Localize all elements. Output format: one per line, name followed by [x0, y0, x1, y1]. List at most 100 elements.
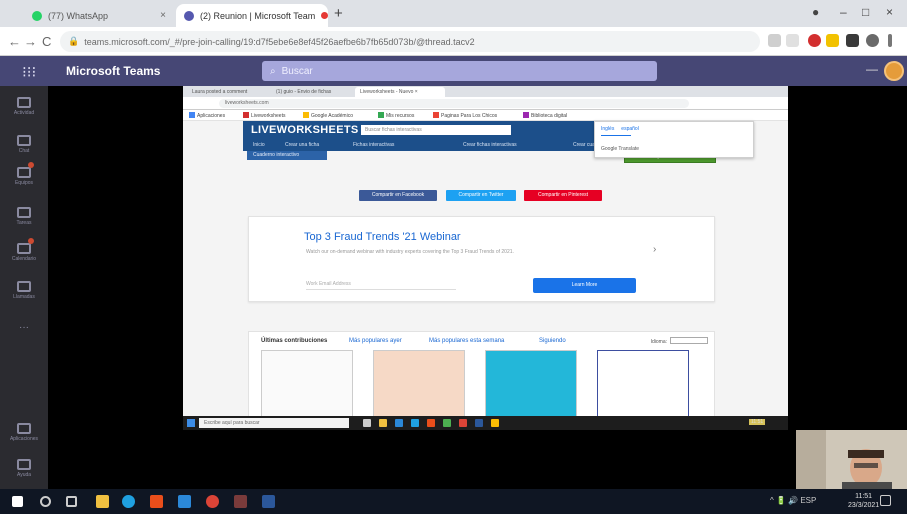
mail-icon[interactable] [178, 495, 191, 508]
rail-item-apps[interactable]: Aplicaciones [0, 414, 48, 450]
rail-item-calls[interactable]: Llamadas [0, 272, 48, 308]
shared-taskbar: Escribe aquí para buscar 11:51 [183, 416, 788, 430]
tab-teams-meeting[interactable]: (2) Reunion | Microsoft Team × [176, 4, 328, 27]
rail-item-help[interactable]: Ayuda [0, 450, 48, 486]
taskbar-clock[interactable]: 11:51 23/3/2021 [848, 492, 879, 510]
search-icon[interactable] [40, 496, 51, 507]
ad-banner: Top 3 Fraud Trends '21 Webinar Watch our… [248, 216, 715, 302]
help-icon [17, 458, 31, 470]
rail-item-activity[interactable]: Actividad [0, 88, 48, 124]
close-tab-icon[interactable]: × [160, 10, 166, 21]
teams-app-rail: Actividad Chat Equipos Tareas Calendario… [0, 86, 48, 489]
app-icon[interactable] [234, 495, 247, 508]
ad-description: Watch our on-demand webinar with industr… [306, 249, 514, 255]
language-filter: Idioma: [651, 337, 708, 345]
task-view-icon[interactable] [66, 496, 77, 507]
search-placeholder: Buscar [281, 65, 313, 77]
rail-item-more[interactable]: ··· [0, 308, 48, 344]
rail-item-teams[interactable]: Equipos [0, 158, 48, 194]
translate-popup: Inglés español Google Translate [594, 121, 754, 158]
rail-item-assignments[interactable]: Tareas [0, 198, 48, 234]
bell-icon [17, 96, 31, 108]
maximize-button[interactable]: □ [862, 5, 869, 19]
calendar-icon [17, 242, 31, 254]
shared-screen: Laura posted a comment (1) guio - Envio … [183, 86, 788, 430]
shared-tab: (1) guio - Envio de fichas [276, 89, 332, 95]
liveworksheets-search: Buscar fichas interactivas [361, 125, 511, 135]
tab-label: (2) Reunion | Microsoft Team [200, 10, 316, 21]
liveworksheets-submenu: Cuaderno interactivo [247, 151, 327, 160]
address-text: teams.microsoft.com/_#/pre-join-calling/… [84, 36, 475, 47]
shared-url: liveworksheets.com [219, 99, 689, 108]
address-bar[interactable]: 🔒 teams.microsoft.com/_#/pre-join-callin… [60, 31, 760, 52]
ad-learn-more-button: Learn More [533, 278, 636, 293]
reload-button[interactable]: C [42, 34, 51, 49]
recording-icon [321, 12, 328, 19]
star-icon[interactable] [786, 34, 799, 47]
avatar[interactable] [884, 61, 904, 81]
office-icon[interactable] [150, 495, 163, 508]
minimize-button[interactable]: – [840, 5, 847, 19]
shared-tab: Laura posted a comment [192, 89, 248, 95]
worksheet-thumbnail [373, 350, 465, 422]
forward-button[interactable]: → [24, 34, 37, 49]
notification-badge [28, 162, 34, 168]
phone-icon [17, 280, 31, 292]
recent-worksheets-panel: Últimas contribuciones Más populares aye… [248, 331, 715, 422]
lock-icon: 🔒 [68, 36, 80, 46]
notification-badge [28, 238, 34, 244]
teams-icon [184, 10, 194, 21]
windows-start-icon[interactable] [12, 496, 23, 507]
chrome-icon[interactable] [206, 495, 219, 508]
rail-item-calendar[interactable]: Calendario [0, 234, 48, 270]
participant-video [796, 430, 907, 489]
profile-icon[interactable]: ● [812, 5, 819, 19]
rail-item-chat[interactable]: Chat [0, 126, 48, 162]
ad-title: Top 3 Fraud Trends '21 Webinar [304, 231, 461, 243]
extension-icon[interactable] [808, 34, 821, 47]
ad-email-field: Work Email Address [306, 279, 456, 290]
shared-address-bar: liveworksheets.com [183, 97, 788, 110]
share-twitter-button: Compartir en Twitter [446, 190, 516, 201]
chat-icon [17, 134, 31, 146]
share-facebook-button: Compartir en Facebook [359, 190, 437, 201]
teams-icon [17, 166, 31, 178]
shared-clock: 11:51 [749, 419, 766, 425]
assignments-icon [17, 206, 31, 218]
close-window-button[interactable]: × [886, 5, 893, 19]
tab-whatsapp[interactable]: (77) WhatsApp × [24, 4, 174, 27]
file-explorer-icon[interactable] [96, 495, 109, 508]
teams-header: ⁝⁝⁝ Microsoft Teams ⌕ Buscar — [0, 56, 907, 86]
search-icon: ⌕ [270, 65, 276, 77]
menu-icon[interactable] [888, 34, 892, 47]
app-title: Microsoft Teams [66, 64, 161, 78]
app-launcher-icon[interactable]: ⁝⁝⁝ [22, 63, 36, 81]
edge-icon[interactable] [122, 495, 135, 508]
shared-bookmarks-bar: Aplicaciones Liveworksheets Google Acadé… [183, 110, 788, 121]
collapse-button[interactable]: — [866, 62, 878, 76]
whatsapp-icon [32, 10, 42, 21]
browser-tab-strip: (77) WhatsApp × (2) Reunion | Microsoft … [0, 0, 907, 27]
shared-browser-tabs: Laura posted a comment (1) guio - Envio … [183, 86, 788, 97]
tab-label: (77) WhatsApp [48, 10, 109, 21]
notification-center-icon[interactable] [880, 495, 891, 506]
liveworksheets-logo: LIVEWORKSHEETS [251, 124, 359, 136]
windows-icon [187, 419, 195, 427]
search-input[interactable]: ⌕ Buscar [262, 61, 657, 81]
apps-icon [17, 422, 31, 434]
camera-icon[interactable] [768, 34, 781, 47]
windows-taskbar: ^ 🔋 🔊 ESP 11:51 23/3/2021 [0, 489, 907, 514]
new-tab-button[interactable]: + [334, 5, 343, 22]
worksheet-thumbnail [485, 350, 577, 422]
avatar[interactable] [866, 34, 879, 47]
chevron-right-icon: › [653, 244, 657, 255]
worksheet-thumbnail [261, 350, 353, 422]
word-icon[interactable] [262, 495, 275, 508]
system-tray[interactable]: ^ 🔋 🔊 ESP [770, 496, 816, 505]
worksheet-thumbnail [597, 350, 689, 422]
puzzle-icon[interactable] [846, 34, 859, 47]
browser-toolbar: ← → C 🔒 teams.microsoft.com/_#/pre-join-… [0, 27, 907, 56]
extension-icon[interactable] [826, 34, 839, 47]
back-button[interactable]: ← [8, 34, 21, 49]
self-video [796, 430, 907, 489]
